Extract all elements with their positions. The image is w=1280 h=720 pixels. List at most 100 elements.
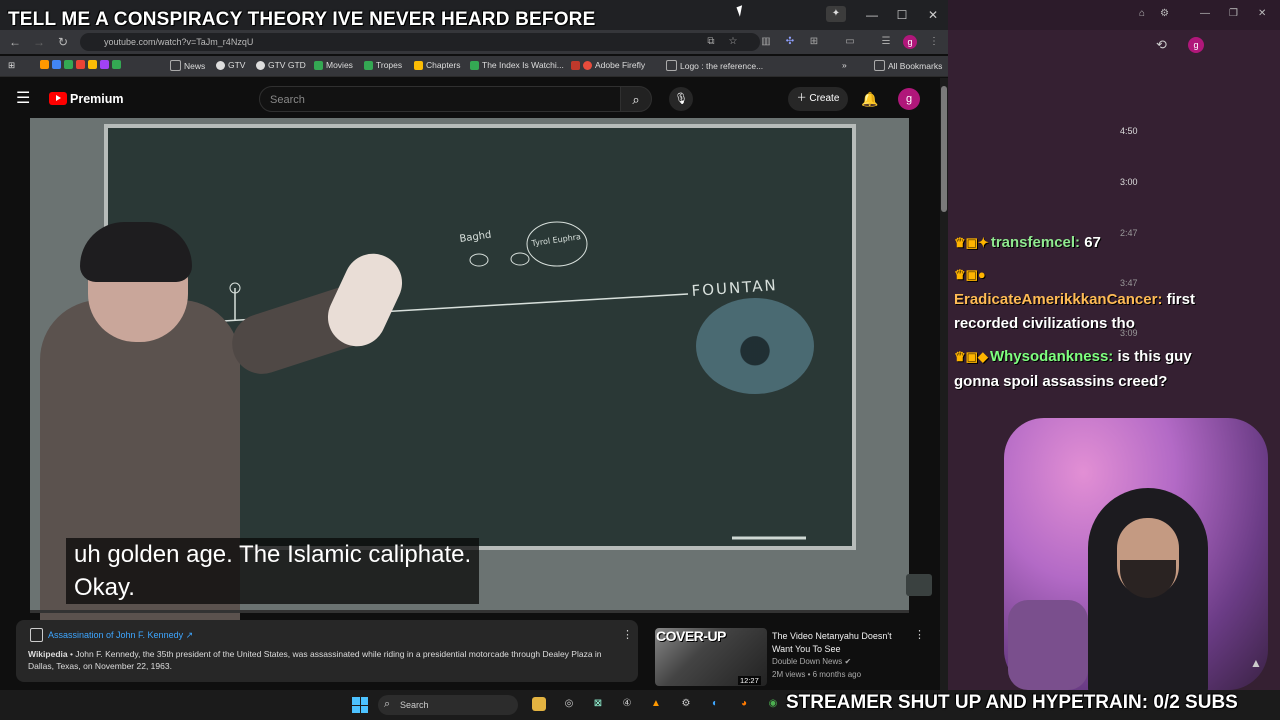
recommendation-channel[interactable]: Double Down News ✔ xyxy=(772,657,851,666)
board-text-fountain: FOUNTAN xyxy=(691,276,778,300)
bookmark-favicon-icon xyxy=(100,60,109,69)
address-bar[interactable]: youtube.com/watch?v=TaJm_r4NzqU xyxy=(80,33,760,51)
more-options-icon[interactable]: ⋮ xyxy=(914,628,925,641)
folder-icon xyxy=(170,60,181,71)
mic-icon[interactable]: 🎙 xyxy=(669,87,693,111)
info-source: Wikipedia xyxy=(28,649,68,659)
edge-icon[interactable]: ◐ xyxy=(708,697,722,711)
chat-text-continued: recorded civilizations tho xyxy=(954,315,1135,332)
channel-watermark-icon[interactable] xyxy=(906,574,932,596)
page-icon xyxy=(666,60,677,71)
create-button[interactable]: ＋ Create xyxy=(788,87,848,111)
search-input[interactable]: Search xyxy=(259,86,621,112)
sheet-icon xyxy=(314,60,323,70)
history-icon[interactable]: ⟲ xyxy=(1156,37,1167,53)
bell-icon[interactable]: 🔔 xyxy=(860,89,880,109)
search-icon[interactable]: ⌕ xyxy=(620,86,652,112)
file-explorer-icon[interactable] xyxy=(532,697,546,711)
bookmark-index[interactable]: The Index Is Watchi... xyxy=(470,60,564,70)
chat-text-continued: gonna spoil assassins creed? xyxy=(954,373,1168,390)
scrollbar-thumb[interactable] xyxy=(941,86,947,212)
firefox-icon[interactable]: ◕ xyxy=(737,697,751,711)
chat-username[interactable]: Whysodankness: xyxy=(990,348,1113,365)
bookmark-gtv-gtd[interactable]: GTV GTD xyxy=(256,60,306,70)
bookmark-favicon-icon xyxy=(76,60,85,69)
github-icon xyxy=(256,60,265,70)
slides-icon xyxy=(414,60,423,70)
close-button[interactable]: ✕ xyxy=(1258,8,1266,19)
chat-message: ♛▣◆ Whysodankness: is this guy xyxy=(954,345,1192,369)
chat-username[interactable]: transfemcel: xyxy=(991,234,1080,251)
chat-username[interactable]: EradicateAmerikkkanCancer: xyxy=(954,291,1162,308)
maximize-button[interactable]: ☐ xyxy=(890,6,914,24)
firefly-icon xyxy=(583,60,592,70)
bookmark-movies[interactable]: Movies xyxy=(314,60,353,70)
bookmark-news[interactable]: News xyxy=(170,60,205,71)
bookmark-favicon-icon xyxy=(88,60,97,69)
chrome-icon[interactable]: ◉ xyxy=(766,697,780,711)
trash-icon[interactable]: ▥ xyxy=(760,36,772,48)
list-icon[interactable]: ☰ xyxy=(880,36,892,48)
apps-icon[interactable]: ⊞ xyxy=(8,60,15,71)
ai-icon[interactable]: ✣ xyxy=(784,36,796,48)
bookmark-gtv[interactable]: GTV xyxy=(216,60,245,70)
sheet-icon xyxy=(364,60,373,70)
video-progress-bar[interactable] xyxy=(30,610,909,613)
bookmark-adobe-firefly[interactable]: Adobe Firefly xyxy=(571,60,645,70)
app-icon[interactable]: ⚙ xyxy=(679,697,693,711)
chat-timestamp: 3:47 xyxy=(1120,278,1138,288)
bookmark-label: GTV xyxy=(228,60,246,70)
crown-badge-icon: ♛▣● xyxy=(954,267,986,282)
panel-avatar[interactable]: g xyxy=(1188,37,1204,53)
app-icon[interactable]: ⊠ xyxy=(591,697,605,711)
video-caption: uh golden age. The Islamic caliphate. Ok… xyxy=(66,538,480,604)
extension-icon[interactable]: ✦ xyxy=(826,6,846,22)
bookmark-label: News xyxy=(184,60,206,71)
pen-tool-wheel xyxy=(696,298,814,394)
chat-timestamp: 3:00 xyxy=(1120,177,1138,187)
home-icon[interactable]: ⌂ xyxy=(1139,8,1145,19)
cast-icon[interactable]: ▭ xyxy=(844,36,856,48)
bookmarks-overflow-icon[interactable]: » xyxy=(842,60,847,70)
bookmark-logo-reference[interactable]: Logo : the reference... xyxy=(666,60,763,71)
bookmark-label: Logo : the reference... xyxy=(680,60,764,71)
chat-message-body: EradicateAmerikkkanCancer: first xyxy=(954,288,1195,312)
bookmark-tropes[interactable]: Tropes xyxy=(364,60,402,70)
bookmark-chapters[interactable]: Chapters xyxy=(414,60,461,70)
bookmark-label: Adobe Firefly xyxy=(595,60,646,70)
forward-icon[interactable]: → xyxy=(30,34,48,50)
youtube-brand[interactable]: Premium xyxy=(70,92,124,106)
recommendation-title[interactable]: The Video Netanyahu Doesn't Want You To … xyxy=(772,630,912,656)
info-panel-title[interactable]: Assassination of John F. Kennedy ↗ xyxy=(48,630,193,641)
sheet-icon xyxy=(470,60,479,70)
puzzle-icon[interactable]: ⊞ xyxy=(808,36,820,48)
bookmark-favicon-icon xyxy=(112,60,121,69)
folder-icon xyxy=(874,60,885,71)
minimize-button[interactable]: — xyxy=(860,6,884,24)
gear-icon[interactable]: ⚙ xyxy=(1160,8,1169,19)
vlc-icon[interactable]: ▲ xyxy=(649,697,663,711)
install-icon[interactable]: ⧉ xyxy=(705,36,717,48)
scroll-up-icon[interactable]: ▲ xyxy=(1250,656,1262,670)
bookmark-label: All Bookmarks xyxy=(888,60,943,71)
chat-text: first xyxy=(1166,291,1195,308)
menu-icon[interactable]: ⋮ xyxy=(928,36,940,48)
adobe-icon xyxy=(571,60,580,70)
hamburger-icon[interactable]: ☰ xyxy=(16,90,34,108)
profile-avatar[interactable]: g xyxy=(903,35,917,49)
app-icon[interactable]: ◎ xyxy=(562,697,576,711)
star-icon[interactable]: ☆ xyxy=(727,36,739,48)
more-options-icon[interactable]: ⋮ xyxy=(622,628,633,641)
back-icon[interactable]: ← xyxy=(6,34,24,50)
all-bookmarks[interactable]: All Bookmarks xyxy=(874,60,942,71)
maximize-button[interactable]: ❐ xyxy=(1229,8,1238,19)
app-icon[interactable]: ④ xyxy=(620,697,634,711)
youtube-logo-icon[interactable] xyxy=(49,92,67,105)
close-button[interactable]: ✕ xyxy=(921,6,945,24)
youtube-avatar[interactable]: g xyxy=(898,88,920,110)
windows-logo-icon[interactable] xyxy=(352,697,368,713)
bookmark-label: Movies xyxy=(326,60,353,70)
taskbar-search[interactable]: Search xyxy=(378,695,518,715)
minimize-button[interactable]: — xyxy=(1200,8,1210,19)
reload-icon[interactable]: ↻ xyxy=(54,34,72,50)
